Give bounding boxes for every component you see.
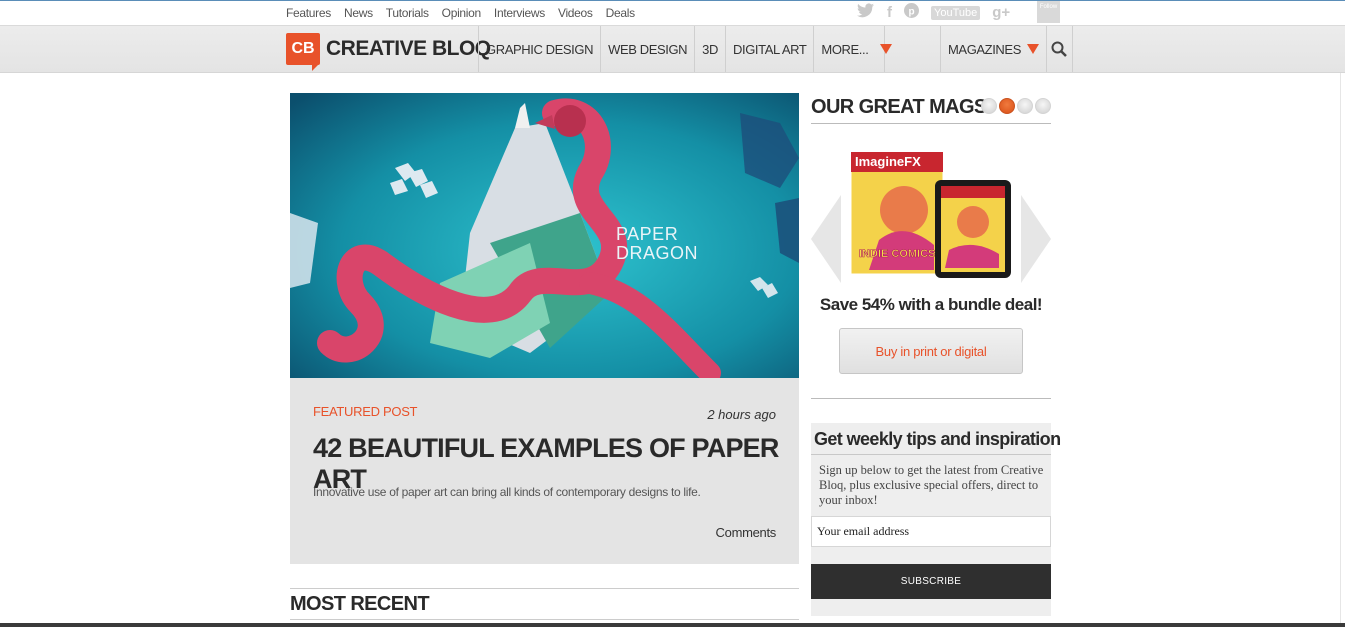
facebook-icon[interactable]: f <box>887 4 892 21</box>
nav-web-design[interactable]: WEB DESIGN <box>600 26 694 72</box>
carousel-next-arrow[interactable] <box>1021 195 1051 283</box>
top-link-interviews[interactable]: Interviews <box>494 6 545 20</box>
nav-graphic-design[interactable]: GRAPHIC DESIGN <box>478 26 600 72</box>
featured-description: Innovative use of paper art can bring al… <box>313 485 701 499</box>
top-links: Features News Tutorials Opinion Intervie… <box>286 6 648 20</box>
carousel-dots <box>981 98 1051 114</box>
mags-heading: OUR GREAT MAGS <box>811 96 987 118</box>
buy-button[interactable]: Buy in print or digital <box>839 328 1023 374</box>
post-time: 2 hours ago <box>707 407 776 422</box>
most-recent-heading: MOST RECENT <box>290 593 430 615</box>
page-edge <box>1340 73 1341 623</box>
search-button[interactable] <box>1045 26 1073 72</box>
top-link-features[interactable]: Features <box>286 6 331 20</box>
cover-masthead: ImagineFX <box>855 154 921 169</box>
nav-digital-art[interactable]: DIGITAL ART <box>725 26 813 72</box>
logo-mark: CB <box>286 33 320 71</box>
divider <box>290 619 799 620</box>
top-link-opinion[interactable]: Opinion <box>442 6 482 20</box>
carousel-dot[interactable] <box>1035 98 1051 114</box>
chevron-down-icon <box>1026 44 1039 54</box>
top-link-deals[interactable]: Deals <box>606 6 635 20</box>
featured-image[interactable]: PAPER DRAGON <box>290 93 799 378</box>
bottom-bar <box>0 623 1345 627</box>
top-link-tutorials[interactable]: Tutorials <box>386 6 429 20</box>
featured-post[interactable]: PAPER DRAGON FEATURED POST 2 hours ago 4… <box>290 93 799 564</box>
nav-magazines-label: MAGAZINES <box>948 41 1021 57</box>
magazine-cover-image[interactable]: ImagineFX INDIE COMICS <box>849 150 1014 280</box>
newsletter-title: Get weekly tips and inspiration <box>814 429 1061 449</box>
youtube-you: You <box>934 6 953 19</box>
main-nav: CB CREATIVE BLOQ GRAPHIC DESIGN WEB DESI… <box>0 25 1345 73</box>
chevron-down-icon <box>880 44 893 54</box>
social-links: f p YouTube g+ Follow <box>857 1 1060 23</box>
cover-headline: INDIE COMICS <box>859 248 935 260</box>
subscribe-button[interactable]: SUBSCRIBE <box>811 564 1051 599</box>
nav-more-label: MORE... <box>821 41 869 57</box>
divider <box>811 398 1051 399</box>
nav-magazines[interactable]: MAGAZINES <box>940 26 1046 72</box>
carousel-dot[interactable] <box>1017 98 1033 114</box>
carousel-dot[interactable] <box>981 98 997 114</box>
youtube-icon[interactable]: YouTube <box>931 5 981 20</box>
top-bar: Features News Tutorials Opinion Intervie… <box>0 1 1345 25</box>
youtube-tube: Tube <box>952 6 978 19</box>
nav-more[interactable]: MORE... <box>813 26 893 72</box>
divider <box>811 123 1051 124</box>
divider <box>290 588 799 589</box>
comments-link[interactable]: Comments <box>716 525 777 540</box>
top-link-news[interactable]: News <box>344 6 373 20</box>
email-placeholder: Your email address <box>817 524 910 538</box>
email-field[interactable]: Your email address <box>811 516 1051 547</box>
nav-items: GRAPHIC DESIGN WEB DESIGN 3D DIGITAL ART… <box>478 26 893 72</box>
google-plus-icon[interactable]: g+ <box>992 4 1010 21</box>
newsletter-box: Get weekly tips and inspiration Sign up … <box>811 423 1061 616</box>
search-icon <box>1051 41 1068 57</box>
featured-label: FEATURED POST <box>313 404 418 419</box>
pinterest-icon[interactable]: p <box>904 3 919 22</box>
divider <box>811 454 1051 455</box>
carousel-prev-arrow[interactable] <box>811 195 841 283</box>
paper-text: PAPER <box>616 224 678 244</box>
follow-button[interactable]: Follow <box>1037 1 1060 23</box>
newsletter-description: Sign up below to get the latest from Cre… <box>819 463 1044 507</box>
top-link-videos[interactable]: Videos <box>558 6 593 20</box>
twitter-icon[interactable] <box>857 3 875 22</box>
magazine-carousel: ImagineFX INDIE COMICS <box>811 140 1051 290</box>
svg-text:p: p <box>909 7 915 18</box>
site-logo[interactable]: CB CREATIVE BLOQ <box>286 33 491 71</box>
carousel-dot-active[interactable] <box>999 98 1015 114</box>
nav-right: MAGAZINES <box>940 26 1073 72</box>
nav-3d[interactable]: 3D <box>694 26 725 72</box>
logo-text: CREATIVE BLOQ <box>326 37 491 60</box>
dragon-text: DRAGON <box>616 243 698 263</box>
bundle-deal-text: Save 54% with a bundle deal! <box>819 295 1043 314</box>
